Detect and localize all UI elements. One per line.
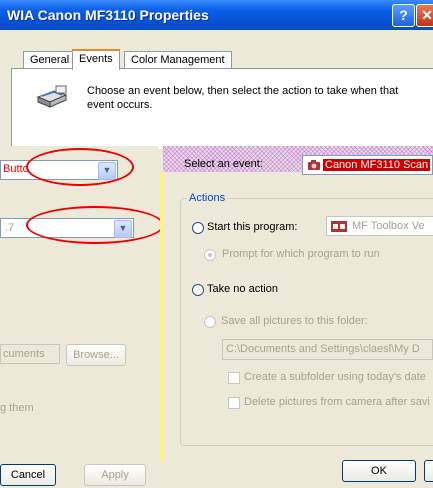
- highlight-ellipse: [26, 206, 164, 244]
- take-no-action-label[interactable]: Take no action: [207, 283, 278, 295]
- event-select[interactable]: Canon MF3110 Scan: [302, 155, 433, 175]
- tab-general[interactable]: General: [23, 51, 77, 69]
- device-combo-text: .7: [5, 222, 15, 234]
- highlight-ellipse: [26, 148, 134, 186]
- trailing-label: g them: [0, 402, 34, 414]
- cancel-button[interactable]: Cancel: [0, 464, 56, 486]
- event-select-value: Canon MF3110 Scan: [323, 159, 431, 171]
- tab-strip: General Events Color Management: [0, 44, 433, 70]
- background-window-fragment: Butto ▼ .7 ▼ cuments Browse... g them Ca…: [0, 146, 158, 488]
- path-field-fragment[interactable]: cuments: [0, 344, 60, 364]
- create-subfolder-checkbox[interactable]: [228, 372, 240, 384]
- start-program-radio[interactable]: [192, 222, 204, 234]
- tab-color-management[interactable]: Color Management: [124, 51, 232, 69]
- start-program-label[interactable]: Start this program:: [207, 221, 297, 233]
- ok-button[interactable]: OK: [342, 460, 416, 482]
- folder-path-field[interactable]: C:\Documents and Settings\claesl\My D: [222, 339, 433, 360]
- save-pictures-radio[interactable]: [204, 316, 216, 328]
- apply-button[interactable]: Apply: [84, 464, 146, 486]
- delete-pictures-checkbox[interactable]: [228, 397, 240, 409]
- program-select-value: MF Toolbox Ve: [352, 220, 425, 232]
- actions-group-label: Actions: [187, 192, 228, 204]
- help-button[interactable]: ?: [392, 4, 415, 27]
- select-event-label: Select an event:: [184, 158, 263, 170]
- scanner-icon: [36, 85, 68, 108]
- browse-button[interactable]: Browse...: [66, 344, 126, 366]
- window-title: WIA Canon MF3110 Properties: [7, 7, 209, 23]
- create-subfolder-label[interactable]: Create a subfolder using today's date: [244, 371, 426, 383]
- program-select[interactable]: MF Toolbox Ve: [326, 216, 433, 236]
- take-no-action-radio[interactable]: [192, 284, 204, 296]
- events-description: Choose an event below, then select the a…: [87, 85, 399, 111]
- prompt-program-radio[interactable]: [204, 249, 216, 261]
- delete-pictures-label[interactable]: Delete pictures from camera after savi: [244, 396, 430, 408]
- cancel-button-edge[interactable]: [424, 460, 433, 482]
- title-bar: WIA Canon MF3110 Properties ? ✕: [0, 0, 433, 30]
- camera-icon: [308, 160, 320, 170]
- mf-toolbox-icon: [331, 221, 347, 232]
- prompt-program-label[interactable]: Prompt for which program to run: [222, 248, 380, 260]
- tab-events[interactable]: Events: [72, 49, 120, 70]
- save-pictures-label[interactable]: Save all pictures to this folder:: [221, 315, 368, 327]
- close-button[interactable]: ✕: [416, 4, 433, 27]
- event-combo-text: Butto: [3, 163, 29, 175]
